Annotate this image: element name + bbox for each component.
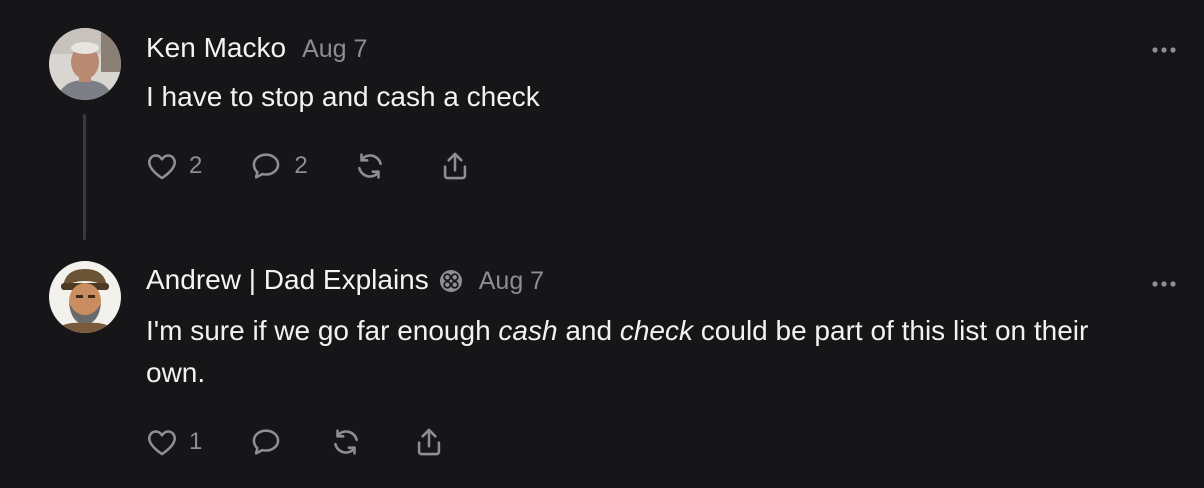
comment-text-part: I'm sure if we go far enough xyxy=(146,315,499,346)
restack-icon xyxy=(352,149,388,183)
author-name[interactable]: Ken Macko xyxy=(146,32,286,64)
comment-text-part: and xyxy=(557,315,620,346)
more-icon[interactable] xyxy=(1150,276,1180,287)
restack-button[interactable] xyxy=(352,149,388,183)
comment-actions: 1 xyxy=(145,422,446,462)
share-button[interactable] xyxy=(412,425,446,459)
comment-text-emphasis: check xyxy=(619,315,694,346)
comment-text-emphasis: cash xyxy=(498,315,558,346)
reply-button[interactable] xyxy=(248,425,284,459)
restack-icon xyxy=(328,425,364,459)
subscriber-badge-icon xyxy=(439,269,463,293)
avatar[interactable] xyxy=(49,261,121,333)
avatar[interactable] xyxy=(49,28,121,100)
like-count: 2 xyxy=(189,152,203,179)
comment-header: Andrew | Dad Explains Aug 7 xyxy=(146,264,544,296)
like-count: 1 xyxy=(189,428,203,455)
comment-icon xyxy=(248,425,284,459)
author-name[interactable]: Andrew | Dad Explains xyxy=(146,264,429,296)
share-button[interactable] xyxy=(438,149,472,183)
heart-icon xyxy=(145,425,179,459)
comment-icon xyxy=(248,149,284,183)
reply-count: 2 xyxy=(294,152,308,179)
share-icon xyxy=(438,149,472,183)
like-button[interactable]: 2 xyxy=(145,149,202,183)
comment-text: I'm sure if we go far enough cash and ch… xyxy=(146,310,1136,394)
heart-icon xyxy=(145,149,179,183)
comment-actions: 2 2 xyxy=(145,146,472,186)
comment-header: Ken Macko Aug 7 xyxy=(146,32,367,64)
more-icon[interactable] xyxy=(1150,42,1180,53)
comment-date[interactable]: Aug 7 xyxy=(302,35,367,64)
like-button[interactable]: 1 xyxy=(145,425,202,459)
thread-line xyxy=(83,114,86,240)
restack-button[interactable] xyxy=(328,425,364,459)
comment-date[interactable]: Aug 7 xyxy=(479,267,544,296)
comment-text: I have to stop and cash a check xyxy=(146,81,540,112)
reply-button[interactable]: 2 xyxy=(248,149,308,183)
share-icon xyxy=(412,425,446,459)
